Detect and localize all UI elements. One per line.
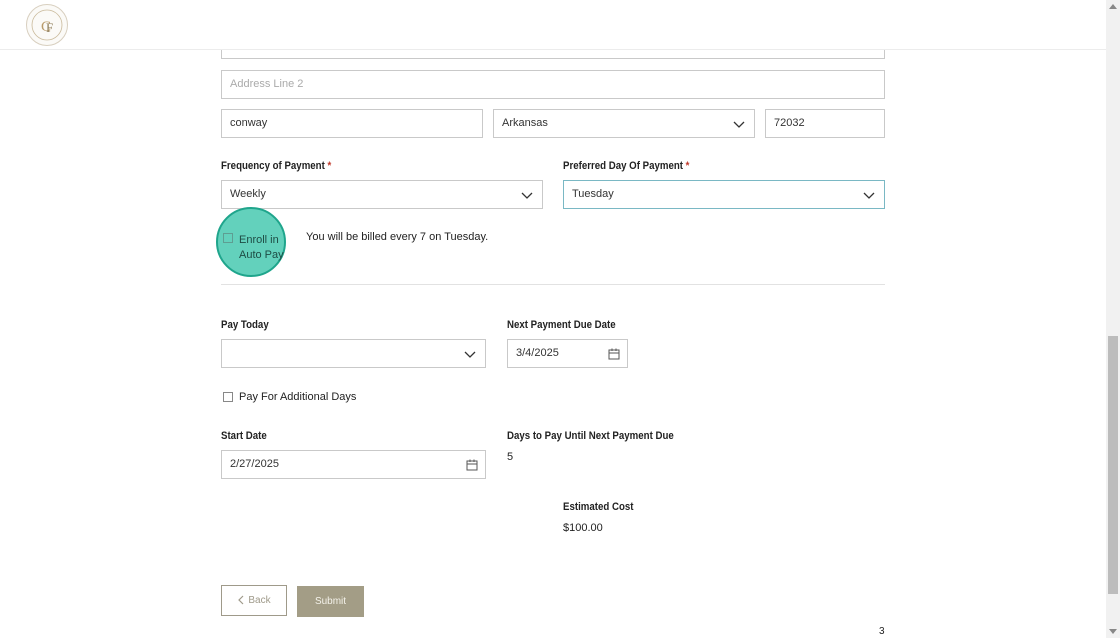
zip-value: 72032 — [774, 117, 805, 129]
required-mark: * — [685, 160, 690, 172]
top-bar: C F — [0, 0, 1106, 50]
chevron-down-icon — [521, 192, 533, 199]
autopay-checkbox[interactable] — [223, 233, 233, 243]
start-date-value: 2/27/2025 — [230, 458, 279, 470]
estimated-cost-label: Estimated Cost — [563, 501, 634, 513]
required-mark: * — [327, 160, 332, 172]
calendar-icon[interactable] — [608, 348, 620, 360]
scroll-down-arrow-icon[interactable] — [1108, 626, 1118, 636]
preferred-day-label: Preferred Day Of Payment * — [563, 160, 690, 172]
state-value: Arkansas — [502, 117, 548, 129]
estimated-cost-value: $100.00 — [563, 522, 603, 534]
billing-note: You will be billed every 7 on Tuesday. — [306, 231, 489, 243]
preferred-day-select[interactable]: Tuesday — [563, 180, 885, 209]
chevron-left-icon — [238, 595, 244, 605]
page-number: 3 — [879, 626, 885, 637]
back-button[interactable]: Back — [221, 585, 287, 616]
section-divider — [221, 284, 885, 285]
scroll-up-arrow-icon[interactable] — [1108, 2, 1118, 12]
frequency-select[interactable]: Weekly — [221, 180, 543, 209]
chevron-down-icon — [464, 351, 476, 358]
pay-today-select[interactable] — [221, 339, 486, 368]
pay-today-label: Pay Today — [221, 319, 269, 331]
start-date-field[interactable]: 2/27/2025 — [221, 450, 486, 479]
city-field[interactable]: conway — [221, 109, 483, 138]
frequency-value: Weekly — [230, 188, 266, 200]
chevron-down-icon — [733, 121, 745, 128]
submit-label: Submit — [314, 596, 347, 607]
city-value: conway — [230, 117, 268, 129]
calendar-icon[interactable] — [466, 459, 478, 471]
next-due-date-field[interactable]: 3/4/2025 — [507, 339, 628, 368]
days-to-pay-label: Days to Pay Until Next Payment Due — [507, 430, 674, 442]
chevron-down-icon — [863, 192, 875, 199]
start-date-label: Start Date — [221, 430, 267, 442]
next-due-value: 3/4/2025 — [516, 347, 559, 359]
state-select[interactable]: Arkansas — [493, 109, 755, 138]
city-of-faith-logo[interactable]: C F — [26, 4, 68, 46]
next-due-label: Next Payment Due Date — [507, 319, 616, 331]
autopay-label[interactable]: Enroll in Auto Pay — [239, 233, 284, 263]
days-to-pay-value: 5 — [507, 451, 514, 463]
address-line2-placeholder: Address Line 2 — [230, 78, 304, 90]
additional-days-checkbox[interactable] — [223, 392, 233, 402]
submit-button[interactable]: Submit — [297, 586, 364, 617]
frequency-label: Frequency of Payment * — [221, 160, 332, 172]
zip-field[interactable]: 72032 — [765, 109, 885, 138]
address-line2-field[interactable]: Address Line 2 — [221, 70, 885, 99]
back-label: Back — [248, 595, 271, 606]
scrollbar-thumb[interactable] — [1108, 336, 1118, 594]
preferred-day-value: Tuesday — [572, 188, 614, 200]
svg-text:F: F — [46, 20, 53, 35]
additional-days-label[interactable]: Pay For Additional Days — [239, 391, 356, 403]
